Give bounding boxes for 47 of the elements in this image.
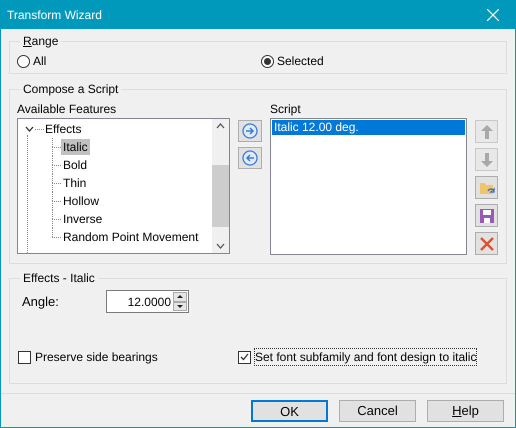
tree-item[interactable]: Random Point Movement bbox=[61, 229, 200, 245]
radio-button[interactable] bbox=[261, 54, 274, 68]
open-button[interactable] bbox=[475, 176, 498, 199]
dialog-button[interactable]: Cancel bbox=[339, 400, 416, 422]
tree-item[interactable]: Hollow bbox=[61, 193, 102, 209]
radio-option[interactable]: Selected bbox=[261, 52, 324, 70]
group-title: Compose a Script bbox=[20, 81, 122, 97]
tree-item[interactable]: Thin bbox=[61, 175, 88, 191]
down-arrow-icon bbox=[480, 152, 494, 168]
checkbox-option[interactable]: Preserve side bearings bbox=[18, 348, 238, 366]
checkbox-label: Preserve side bearings bbox=[34, 349, 159, 366]
tree-item[interactable]: Bold bbox=[61, 157, 90, 173]
delete-button[interactable] bbox=[475, 232, 498, 255]
script-item[interactable]: Italic 12.00 deg. bbox=[272, 120, 465, 135]
angle-label: Angle: bbox=[22, 292, 60, 311]
radio-button[interactable] bbox=[17, 54, 30, 68]
dialog-button[interactable]: Help bbox=[427, 400, 504, 422]
triangle-down-icon bbox=[177, 304, 183, 308]
save-button[interactable] bbox=[475, 204, 498, 227]
close-icon bbox=[487, 9, 499, 21]
check-icon bbox=[240, 353, 249, 361]
scrollbar-thumb[interactable] bbox=[212, 165, 229, 227]
tree-item[interactable]: Italic bbox=[61, 139, 90, 155]
folder-icon bbox=[478, 180, 494, 194]
transfer-button[interactable] bbox=[238, 120, 262, 142]
chevron-down-icon[interactable] bbox=[25, 126, 34, 132]
scroll-up-icon[interactable] bbox=[216, 123, 225, 129]
up-arrow-icon bbox=[480, 124, 494, 140]
scroll-down-icon[interactable] bbox=[216, 243, 225, 249]
tree-item[interactable]: Effects bbox=[44, 120, 82, 138]
delete-x-icon bbox=[478, 236, 494, 252]
arrow-left-circle-icon bbox=[242, 150, 258, 166]
tree-item[interactable]: Inverse bbox=[61, 211, 104, 227]
features-label: Available Features bbox=[17, 101, 118, 118]
spin-up-button[interactable] bbox=[173, 292, 187, 302]
script-label: Script bbox=[270, 101, 302, 118]
window-title: Transform Wizard bbox=[7, 7, 102, 24]
triangle-up-icon bbox=[177, 295, 183, 298]
checkbox[interactable] bbox=[238, 350, 251, 364]
scrollbar[interactable] bbox=[212, 119, 229, 253]
arrow-right-circle-icon bbox=[242, 123, 258, 139]
checkbox[interactable] bbox=[18, 350, 31, 364]
angle-input[interactable]: 12.0000 bbox=[107, 292, 173, 310]
radio-option[interactable]: All bbox=[17, 52, 261, 70]
angle-spin-field[interactable]: 12.0000 bbox=[106, 290, 189, 313]
transfer-button[interactable] bbox=[238, 147, 262, 169]
dialog-button[interactable]: OK bbox=[251, 400, 328, 422]
